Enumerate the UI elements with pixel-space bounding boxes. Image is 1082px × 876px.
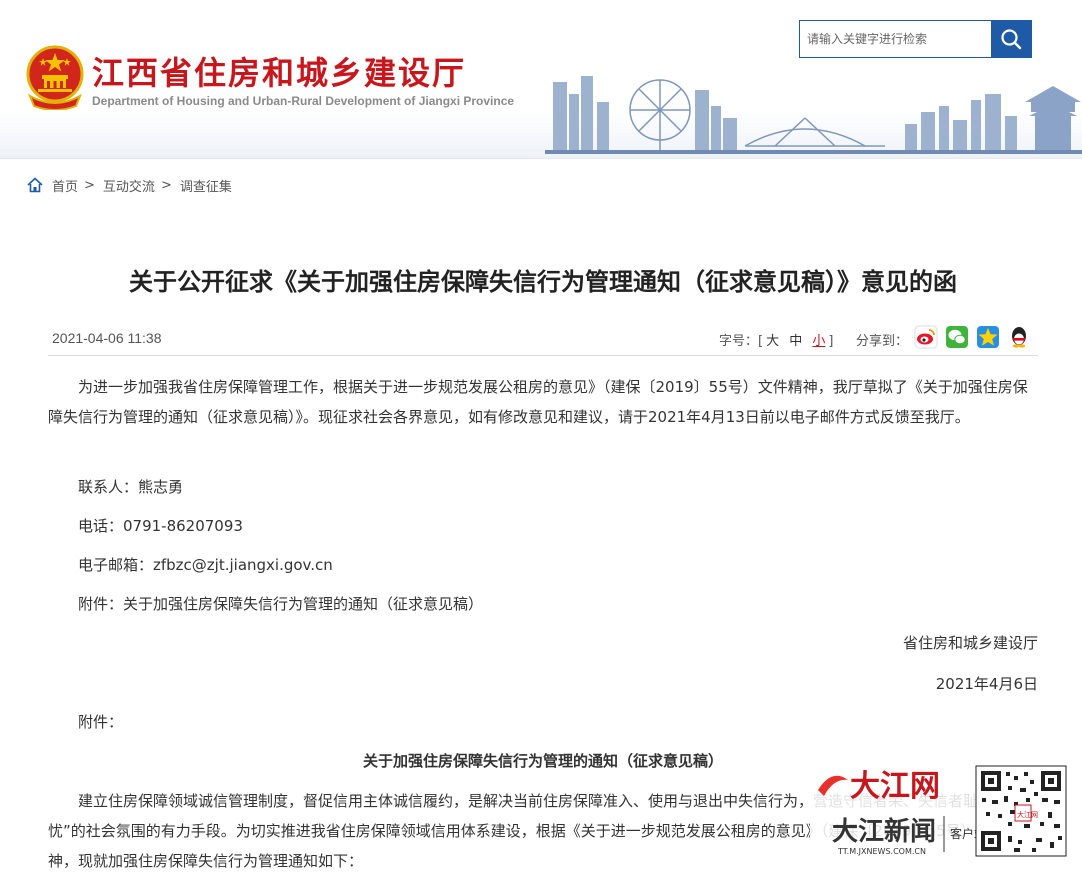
font-size-bracket: ] bbox=[828, 334, 834, 349]
attachment-label: 附件： bbox=[78, 713, 124, 731]
article-content: 为进一步加强我省住房保障管理工作，根据关于进一步规范发展公租房的意见》（建保〔2… bbox=[48, 372, 1038, 870]
contact-person: 联系人：熊志勇 bbox=[78, 478, 184, 496]
wechat-icon[interactable] bbox=[945, 325, 969, 349]
site-subtitle: Department of Housing and Urban-Rural De… bbox=[92, 94, 515, 108]
font-size-small-button[interactable]: 小 bbox=[812, 334, 825, 349]
weibo-icon[interactable] bbox=[914, 325, 938, 349]
national-emblem-icon bbox=[26, 45, 84, 110]
home-icon[interactable] bbox=[26, 176, 44, 194]
font-size-medium-button[interactable]: 中 bbox=[789, 334, 802, 349]
publish-date: 2021-04-06 11:38 bbox=[52, 330, 162, 346]
breadcrumb-home-link[interactable]: 首页 bbox=[52, 176, 78, 195]
watermark-news: 大江新闻 bbox=[832, 816, 936, 847]
breadcrumb-survey-link[interactable]: 调查征集 bbox=[180, 176, 232, 195]
breadcrumb-interaction-link[interactable]: 互动交流 bbox=[103, 176, 155, 195]
watermark-brand: 大江网 bbox=[850, 769, 940, 804]
share-label: 分享到： bbox=[856, 334, 909, 349]
breadcrumb: 首页 > 互动交流 > 调查征集 bbox=[26, 175, 232, 195]
font-size-large-button[interactable]: 大 bbox=[766, 334, 779, 349]
dajiang-watermark: 大江网 大江新闻 客户端 TT.M.JXNEWS.COM.CN 大江网 bbox=[810, 760, 1082, 875]
breadcrumb-separator: > bbox=[160, 177, 172, 193]
site-title: 江西省住房和城乡建设厅 bbox=[92, 54, 467, 92]
contact-email: 电子邮箱：zfbzc@zjt.jiangxi.gov.cn bbox=[78, 556, 333, 574]
qzone-icon[interactable] bbox=[976, 325, 1000, 349]
watermark-url: TT.M.JXNEWS.COM.CN bbox=[837, 847, 926, 856]
article-title: 关于公开征求《关于加强住房保障失信行为管理通知（征求意见稿）》意见的函 bbox=[129, 268, 957, 296]
share-icons bbox=[914, 325, 1031, 349]
breadcrumb-separator: > bbox=[84, 177, 95, 193]
qr-code-icon: 大江网 bbox=[975, 765, 1067, 857]
site-header: 江西省住房和城乡建设厅 Department of Housing and Ur… bbox=[0, 0, 1082, 159]
article-meta-bar: 2021-04-06 11:38 字号：[大 中 小] 分享到： bbox=[48, 325, 1038, 356]
contact-phone: 电话：0791-86207093 bbox=[78, 517, 243, 535]
attachment-line: 附件：关于加强住房保障失信行为管理的通知（征求意见稿） bbox=[78, 595, 484, 613]
qr-logo-text: 大江网 bbox=[1017, 810, 1038, 819]
signature-org: 省住房和城乡建设厅 bbox=[902, 634, 1038, 652]
search-icon bbox=[1001, 29, 1022, 50]
intro-paragraph: 为进一步加强我省住房保障管理工作，根据关于进一步规范发展公租房的意见》（建保〔2… bbox=[48, 378, 1028, 426]
search-input[interactable] bbox=[800, 21, 992, 57]
search-button[interactable] bbox=[991, 21, 1031, 57]
signature-date: 2021年4月6日 bbox=[935, 675, 1038, 693]
city-skyline-illustration bbox=[545, 76, 1082, 154]
font-size-control: 字号：[大 中 小] bbox=[719, 330, 833, 349]
search-box bbox=[799, 20, 1032, 58]
qq-icon[interactable] bbox=[1007, 325, 1031, 349]
font-size-label: 字号：[ bbox=[719, 334, 764, 349]
